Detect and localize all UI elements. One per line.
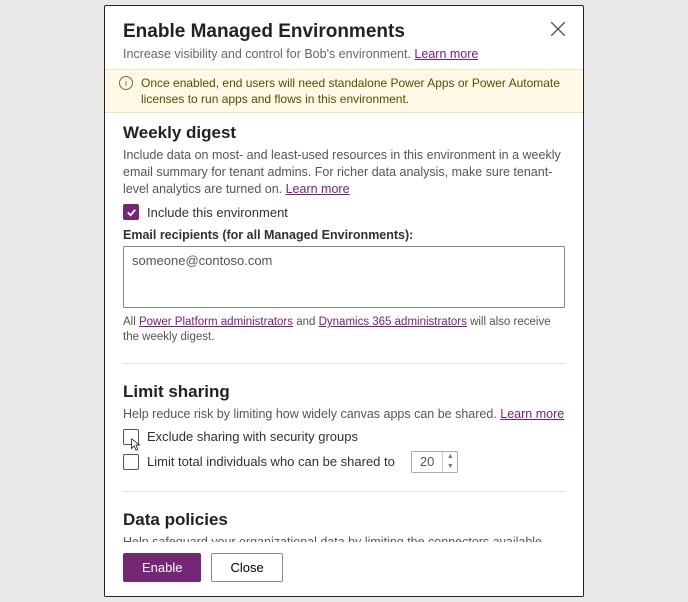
limit-individuals-label: Limit total individuals who can be share… [147, 454, 395, 469]
divider [123, 363, 565, 364]
stepper-down[interactable]: ▼ [443, 462, 457, 472]
recipients-input[interactable] [123, 246, 565, 308]
limit-sharing-heading: Limit sharing [123, 382, 565, 402]
learn-more-link[interactable]: Learn more [286, 182, 350, 196]
subtitle-text: Increase visibility and control for Bob'… [123, 47, 414, 61]
banner-text: Once enabled, end users will need standa… [141, 75, 565, 107]
page-title: Enable Managed Environments [123, 21, 565, 43]
weekly-digest-desc: Include data on most- and least-used res… [123, 147, 565, 198]
header: Enable Managed Environments Increase vis… [105, 6, 583, 69]
limit-sharing-desc: Help reduce risk by limiting how widely … [123, 406, 565, 423]
d365-admins-link[interactable]: Dynamics 365 administrators [319, 316, 467, 328]
panel: Enable Managed Environments Increase vis… [104, 5, 584, 597]
exclude-groups-checkbox[interactable] [123, 429, 139, 445]
learn-more-link[interactable]: Learn more [500, 407, 564, 421]
pp-admins-link[interactable]: Power Platform administrators [139, 316, 293, 328]
limit-sharing-section: Limit sharing Help reduce risk by limiti… [105, 372, 583, 492]
weekly-digest-section: Weekly digest Include data on most- and … [105, 113, 583, 364]
stepper-up[interactable]: ▲ [443, 452, 457, 462]
warning-banner: i Once enabled, end users will need stan… [105, 69, 583, 113]
subtitle: Increase visibility and control for Bob'… [123, 47, 565, 61]
close-button[interactable] [549, 20, 567, 38]
weekly-digest-heading: Weekly digest [123, 123, 565, 143]
data-policies-heading: Data policies [123, 510, 565, 530]
check-icon [126, 207, 137, 218]
include-environment-label: Include this environment [147, 205, 288, 220]
limit-individuals-checkbox[interactable] [123, 454, 139, 470]
limit-individuals-stepper[interactable]: 20 ▲ ▼ [411, 451, 458, 473]
info-icon: i [119, 76, 133, 90]
recipients-label: Email recipients (for all Managed Enviro… [123, 228, 565, 242]
learn-more-link[interactable]: Learn more [414, 47, 478, 61]
enable-button[interactable]: Enable [123, 553, 201, 582]
include-environment-checkbox[interactable] [123, 204, 139, 220]
close-icon [549, 20, 567, 38]
divider [123, 491, 565, 492]
recipients-footnote: All Power Platform administrators and Dy… [123, 315, 565, 345]
limit-value: 20 [412, 452, 442, 471]
footer: Enable Close [105, 542, 583, 596]
close-button[interactable]: Close [211, 553, 282, 582]
exclude-groups-label: Exclude sharing with security groups [147, 429, 358, 444]
